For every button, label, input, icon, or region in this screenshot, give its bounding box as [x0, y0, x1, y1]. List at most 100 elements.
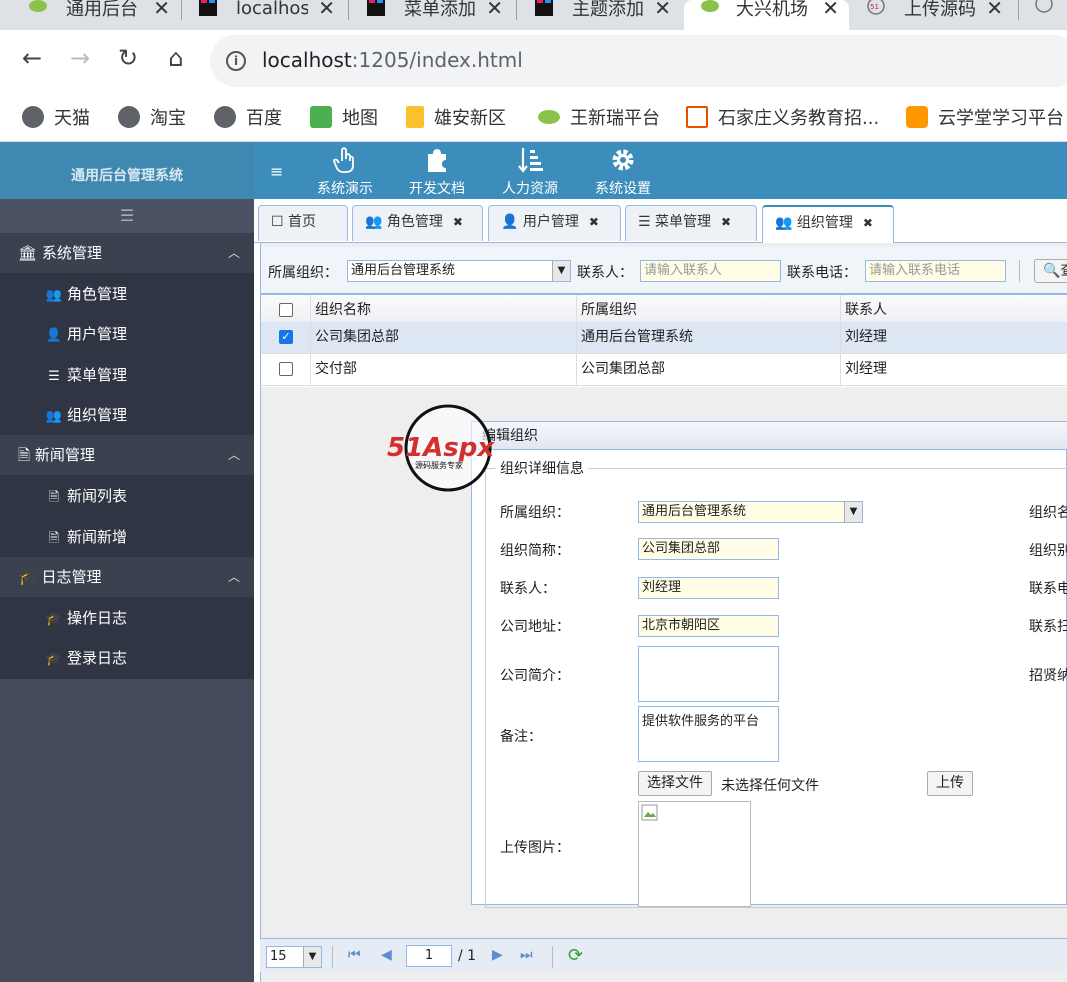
browser-tab-active[interactable]: 大兴机场 ✕: [684, 0, 849, 30]
address-bar[interactable]: i localhost:1205/index.html: [210, 35, 1067, 87]
row-checkbox[interactable]: ✓: [279, 330, 293, 344]
cloud-icon: [906, 106, 928, 128]
sidebar-item-news-list[interactable]: 🗎 新闻列表: [45, 485, 127, 510]
close-icon[interactable]: ✕: [318, 0, 335, 20]
close-icon[interactable]: ✖: [863, 216, 873, 230]
close-icon[interactable]: ✖: [721, 215, 731, 229]
back-icon[interactable]: ←: [18, 44, 46, 72]
bookmark-item[interactable]: 王新瑞平台: [538, 104, 660, 130]
top-menu-item[interactable]: 系统演示: [300, 146, 390, 198]
select-value: 15: [270, 949, 287, 964]
broken-image-icon: [641, 804, 658, 821]
dialog-title[interactable]: 编辑组织: [472, 422, 1067, 450]
tab-user[interactable]: 👤 用户管理 ✖: [488, 205, 621, 241]
browser-tab[interactable]: 菜单添加 ✕: [358, 0, 513, 30]
contact-filter-input[interactable]: 请输入联系人: [640, 260, 781, 282]
sidebar-item-role[interactable]: 👥 角色管理: [45, 283, 127, 304]
bookmark-item[interactable]: 百度: [214, 104, 282, 130]
search-button[interactable]: 🔍查: [1034, 259, 1067, 283]
browser-tab[interactable]: localhos ✕: [190, 0, 345, 30]
sidebar-group-log[interactable]: 🎓 日志管理 ︿: [0, 557, 254, 597]
tab-menu[interactable]: ☰ 菜单管理 ✖: [625, 205, 757, 241]
info-icon[interactable]: i: [226, 51, 246, 71]
bookmark-item[interactable]: 淘宝: [118, 104, 186, 130]
image-preview: [638, 801, 751, 907]
sidebar-toggle-icon[interactable]: ☰: [0, 199, 254, 233]
tab-home[interactable]: ☐ 首页: [258, 205, 348, 241]
sidebar-item-label: 新闻新增: [67, 528, 128, 546]
row-checkbox[interactable]: [279, 362, 293, 376]
browser-tab[interactable]: 通用后台 ✕: [20, 0, 180, 30]
next-page-icon[interactable]: ▶: [492, 947, 503, 963]
upload-button[interactable]: 上传: [927, 771, 973, 796]
page-size-select[interactable]: 15 ▼: [266, 946, 322, 968]
tab-role[interactable]: 👥 角色管理 ✖: [352, 205, 483, 241]
sidebar-item-org[interactable]: 👥 组织管理: [45, 404, 127, 425]
sidebar-item-op-log[interactable]: 🎓 操作日志: [45, 607, 127, 628]
tab-org[interactable]: 👥 组织管理 ✖: [762, 205, 894, 243]
sidebar-submenu: 🎓 操作日志 🎓 登录日志: [0, 597, 254, 679]
sidebar-group-news[interactable]: 🗎 新闻管理 ︿: [0, 435, 254, 475]
top-menu-label: 人力资源: [502, 181, 558, 197]
input-placeholder: 请输入联系人: [644, 263, 723, 278]
school-icon: [686, 106, 708, 128]
close-icon[interactable]: ✕: [486, 0, 503, 20]
chevron-up-icon: ︿: [227, 570, 240, 584]
last-page-icon[interactable]: ⏭: [520, 947, 533, 963]
sidebar-group-system[interactable]: 🏛 系统管理 ︿: [0, 233, 254, 273]
select-all-checkbox[interactable]: [279, 303, 293, 317]
table-cell: 刘经理: [845, 361, 887, 377]
globe-icon: [22, 106, 44, 128]
home-icon[interactable]: ⌂: [162, 44, 190, 72]
leaf-icon: [701, 0, 719, 12]
reload-icon[interactable]: ↻: [114, 44, 142, 72]
close-icon[interactable]: ✕: [822, 0, 839, 20]
bookmark-item[interactable]: 石家庄义务教育招...: [686, 104, 879, 130]
parent-org-select[interactable]: 通用后台管理系统 ▼: [638, 501, 863, 523]
svg-text:51: 51: [870, 3, 879, 11]
close-icon[interactable]: ✕: [986, 0, 1003, 20]
org-filter-select[interactable]: 通用后台管理系统 ▼: [347, 260, 571, 282]
intro-textarea[interactable]: [638, 646, 779, 702]
watermark-subtext: 源码服务专家: [415, 460, 463, 470]
bookmark-item[interactable]: 地图: [310, 104, 378, 130]
prev-page-icon[interactable]: ◀: [381, 947, 392, 963]
short-name-input[interactable]: 公司集团总部: [638, 538, 779, 560]
phone-filter-input[interactable]: 请输入联系电话: [865, 260, 1006, 282]
bookmark-label: 地图: [342, 108, 378, 129]
sidebar-item-user[interactable]: 👤 用户管理: [45, 323, 127, 344]
close-icon[interactable]: ✕: [153, 0, 170, 20]
bookmark-item[interactable]: 云学堂学习平台: [906, 104, 1064, 130]
page-number-input[interactable]: 1: [406, 945, 452, 967]
close-icon[interactable]: ✕: [654, 0, 671, 20]
top-menu-item[interactable]: 人力资源: [485, 146, 575, 198]
select-value: 通用后台管理系统: [642, 504, 747, 519]
address-input[interactable]: 北京市朝阳区: [638, 615, 779, 637]
forward-icon[interactable]: →: [66, 44, 94, 72]
top-menu-item[interactable]: 系统设置: [578, 146, 668, 198]
sidebar-item-news-add[interactable]: 🗎 新闻新增: [45, 526, 127, 551]
sidebar-item-login-log[interactable]: 🎓 登录日志: [45, 647, 127, 668]
sidebar-item-menu[interactable]: ☰ 菜单管理: [45, 364, 127, 385]
intellij-icon: [535, 0, 553, 16]
contact-input[interactable]: 刘经理: [638, 577, 779, 599]
browser-tab[interactable]: 51 上传源码 ✕: [858, 0, 1013, 30]
graduation-cap-icon: 🎓: [18, 568, 37, 586]
table-row[interactable]: ✓ 公司集团总部 通用后台管理系统 刘经理: [261, 322, 1067, 354]
table-row[interactable]: 交付部 公司集团总部 刘经理: [261, 354, 1067, 386]
bookmark-item[interactable]: 雄安新区: [406, 104, 506, 130]
browser-tab-label: 通用后台: [66, 0, 138, 20]
right-field-label: 联系扫: [1029, 619, 1067, 635]
choose-file-button[interactable]: 选择文件: [638, 771, 712, 796]
top-menu-item[interactable]: 开发文档: [392, 146, 482, 198]
globe-icon: [214, 106, 236, 128]
hamburger-icon[interactable]: ≡: [270, 162, 283, 181]
close-icon[interactable]: ✖: [453, 215, 463, 229]
close-icon[interactable]: ✖: [589, 215, 599, 229]
browser-tab[interactable]: 主题添加 ✕: [526, 0, 681, 30]
first-page-icon[interactable]: ⏮: [348, 947, 361, 963]
remark-textarea[interactable]: 提供软件服务的平台: [638, 706, 779, 762]
user-icon: 👤: [501, 214, 519, 230]
refresh-icon[interactable]: ⟳: [568, 945, 583, 966]
bookmark-item[interactable]: 天猫: [22, 104, 90, 130]
